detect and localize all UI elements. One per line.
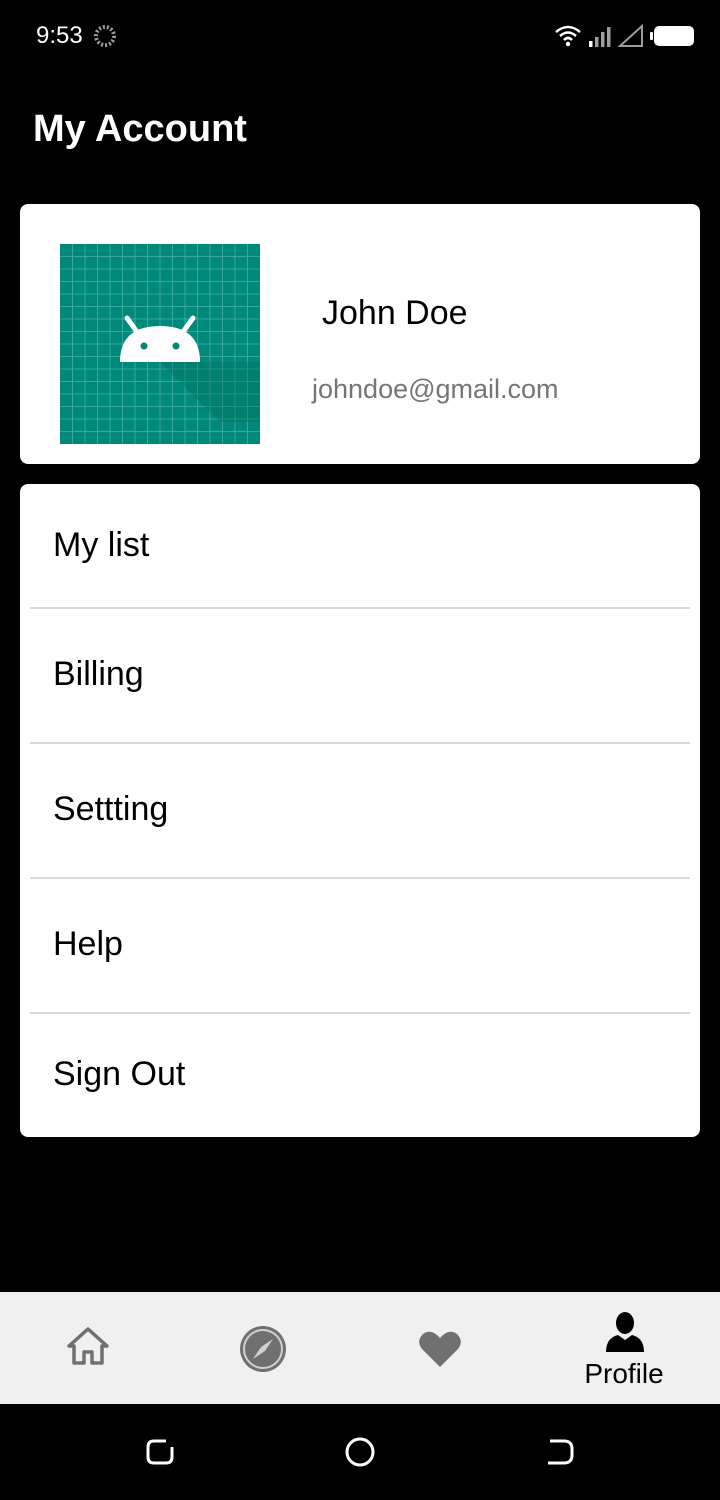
nav-profile[interactable]: Profile — [534, 1292, 714, 1404]
compass-icon — [240, 1326, 286, 1372]
profile-email: johndoe@gmail.com — [312, 374, 559, 404]
menu-item-label: Settting — [53, 790, 169, 828]
status-icons — [554, 22, 696, 50]
nav-profile-label: Profile — [584, 1358, 664, 1389]
nav-favorites[interactable] — [350, 1292, 530, 1404]
recents-icon[interactable] — [144, 1436, 176, 1468]
profile-name: John Doe — [322, 294, 468, 332]
loading-spinner-icon — [94, 25, 116, 47]
status-time: 9:53 — [36, 22, 83, 49]
menu-item-sign-out[interactable]: Sign Out — [20, 1012, 700, 1136]
home-icon — [67, 1327, 109, 1365]
home-circle-icon[interactable] — [344, 1436, 376, 1468]
bottom-nav: Profile — [0, 1292, 720, 1404]
menu-item-label: My list — [53, 526, 150, 564]
page-title: My Account — [33, 108, 247, 150]
menu-item-help[interactable]: Help — [20, 877, 700, 1012]
menu-item-label: Billing — [53, 655, 144, 693]
nav-home[interactable] — [0, 1292, 180, 1404]
signal-empty-icon — [618, 24, 643, 47]
status-bar: 9:53 — [0, 0, 720, 72]
avatar[interactable] — [60, 244, 260, 444]
wifi-icon — [555, 25, 581, 47]
person-icon — [606, 1312, 644, 1352]
profile-card: John Doe johndoe@gmail.com — [20, 204, 700, 464]
account-menu: My list Billing Settting Help Sign Out — [20, 484, 700, 1137]
signal-icon — [589, 27, 611, 47]
menu-item-billing[interactable]: Billing — [20, 607, 700, 742]
system-nav-bar — [0, 1404, 720, 1500]
heart-icon — [419, 1331, 461, 1367]
nav-explore[interactable] — [174, 1292, 354, 1404]
menu-item-label: Sign Out — [53, 1054, 186, 1093]
menu-item-label: Help — [53, 925, 123, 963]
back-icon[interactable] — [544, 1436, 576, 1468]
battery-icon — [650, 26, 694, 46]
menu-item-setting[interactable]: Settting — [20, 742, 700, 877]
menu-item-my-list[interactable]: My list — [20, 484, 700, 607]
